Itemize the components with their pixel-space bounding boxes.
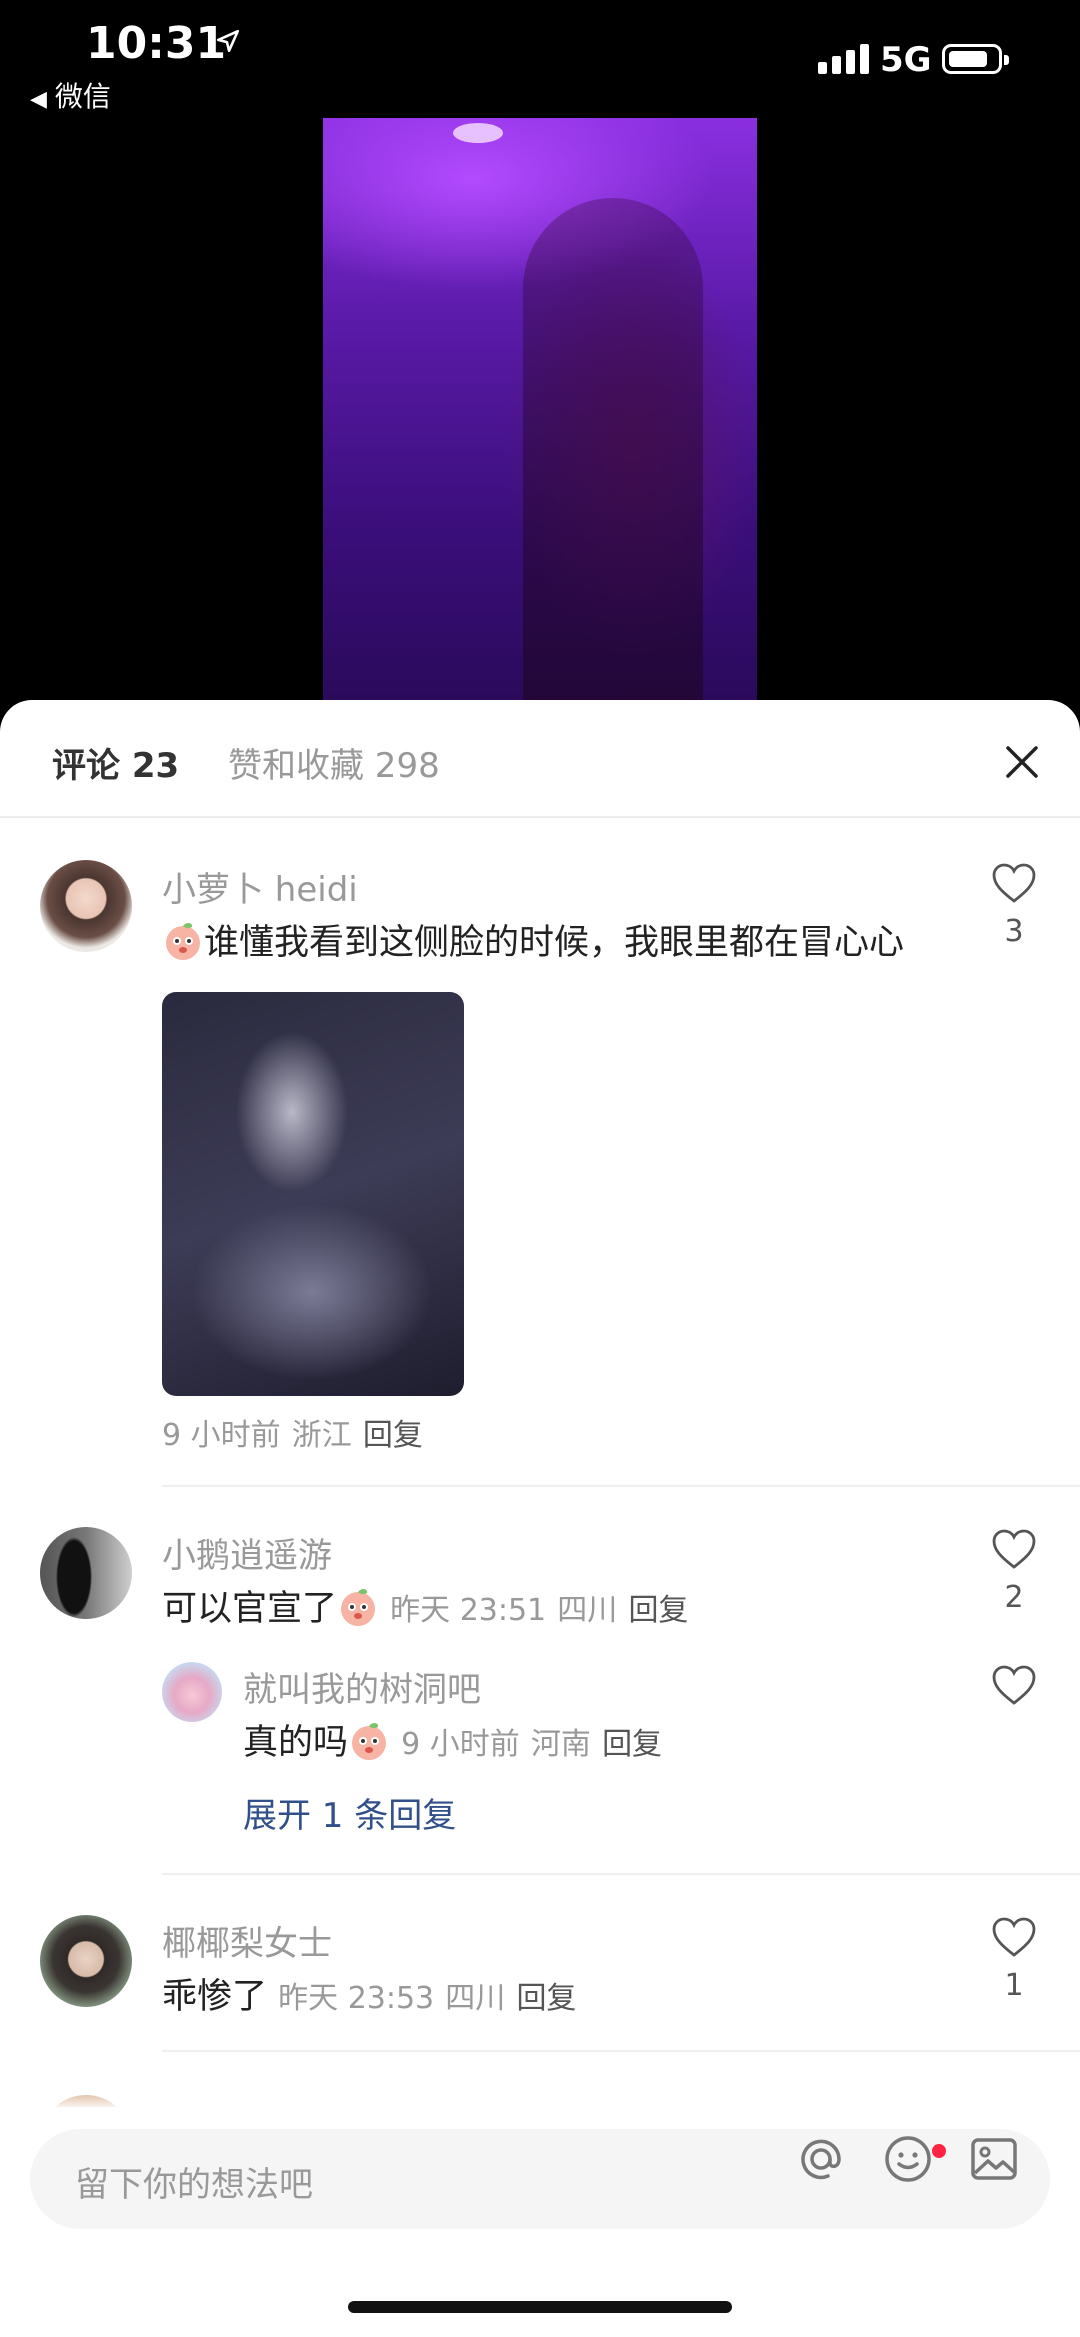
next-comment-fade bbox=[0, 2080, 1080, 2110]
peach-emoji-icon bbox=[166, 923, 200, 960]
comment-body: 可以官宣了 bbox=[162, 1589, 338, 1629]
comment-input-placeholder: 留下你的想法吧 bbox=[75, 2165, 313, 2205]
avatar[interactable] bbox=[40, 1915, 132, 2007]
heart-icon bbox=[992, 1529, 1036, 1569]
battery-icon bbox=[942, 44, 1009, 74]
reply-button[interactable]: 回复 bbox=[363, 1418, 423, 1453]
comment-body: 乖惨了 bbox=[162, 1977, 268, 2017]
tab-comments[interactable]: 评论 23 bbox=[52, 738, 179, 787]
avatar[interactable] bbox=[40, 1527, 132, 1619]
comment-text-with-meta: 乖惨了 昨天 23:53 四川 回复 bbox=[162, 1968, 576, 2019]
like-count: 1 bbox=[1004, 1968, 1024, 2003]
expand-replies-link[interactable]: 展开 1 条回复 bbox=[243, 1788, 456, 1837]
reply-button[interactable]: 回复 bbox=[516, 1981, 576, 2016]
video-subject bbox=[523, 198, 703, 708]
heart-icon bbox=[992, 863, 1036, 903]
comment-image[interactable] bbox=[162, 992, 464, 1396]
comment-username[interactable]: 小萝卜 heidi bbox=[162, 862, 358, 911]
sub-reply-avatar[interactable] bbox=[162, 1662, 222, 1722]
comment-username[interactable]: 小鹅逍遥游 bbox=[162, 1528, 332, 1577]
back-to-wechat-button[interactable]: ◀ 微信 bbox=[30, 75, 111, 115]
sub-reply-body: 真的吗 bbox=[243, 1723, 349, 1763]
comment-meta: 9 小时前 浙江 回复 bbox=[162, 1410, 423, 1454]
back-label: 微信 bbox=[54, 80, 111, 113]
comment-location: 浙江 bbox=[291, 1418, 352, 1453]
stage-light bbox=[453, 123, 503, 143]
comment-username[interactable]: 椰椰梨女士 bbox=[162, 1916, 332, 1965]
tab-likes-and-favorites[interactable]: 赞和收藏 298 bbox=[228, 738, 440, 787]
status-time: 10:31 bbox=[86, 18, 227, 69]
signal-icon bbox=[818, 44, 869, 74]
like-button[interactable]: 3 bbox=[984, 862, 1044, 949]
image-icon[interactable] bbox=[968, 2133, 1020, 2185]
network-type: 5G bbox=[880, 40, 932, 80]
notification-dot bbox=[932, 2144, 946, 2158]
mention-icon[interactable] bbox=[795, 2133, 847, 2185]
sub-reply-time: 9 小时前 bbox=[401, 1727, 520, 1762]
home-indicator bbox=[348, 2301, 732, 2313]
back-triangle-icon: ◀ bbox=[30, 87, 47, 112]
sub-reply-location: 河南 bbox=[530, 1727, 591, 1762]
comment-sheet: 评论 23 赞和收藏 298 小萝卜 heidi 谁懂我看到这侧脸的时候，我眼里… bbox=[0, 700, 1080, 2337]
comment-time: 昨天 23:53 bbox=[278, 1981, 435, 2016]
comment-text: 谁懂我看到这侧脸的时候，我眼里都在冒心心 bbox=[162, 914, 904, 965]
like-button[interactable]: 1 bbox=[984, 1916, 1044, 2003]
peach-emoji-icon bbox=[352, 1723, 387, 1760]
like-count: 2 bbox=[1004, 1580, 1024, 1615]
sub-reply-like-button[interactable] bbox=[984, 1664, 1044, 1710]
heart-icon bbox=[992, 1665, 1036, 1705]
comment-body: 谁懂我看到这侧脸的时候，我眼里都在冒心心 bbox=[204, 923, 905, 963]
reply-button[interactable]: 回复 bbox=[628, 1593, 688, 1628]
comment-time: 昨天 23:51 bbox=[390, 1593, 547, 1628]
location-arrow-icon bbox=[216, 29, 240, 53]
like-button[interactable]: 2 bbox=[984, 1528, 1044, 1615]
avatar[interactable] bbox=[40, 860, 132, 952]
sub-reply-username[interactable]: 就叫我的树洞吧 bbox=[243, 1662, 481, 1711]
divider bbox=[162, 1873, 1080, 1875]
sub-reply-text-with-meta: 真的吗 9 小时前 河南 回复 bbox=[243, 1714, 662, 1765]
divider bbox=[162, 1485, 1080, 1487]
reply-button[interactable]: 回复 bbox=[602, 1727, 662, 1762]
heart-icon bbox=[992, 1917, 1036, 1957]
like-count: 3 bbox=[1004, 914, 1024, 949]
peach-emoji-icon bbox=[341, 1589, 376, 1626]
video-player[interactable] bbox=[323, 118, 757, 708]
comment-text-with-meta: 可以官宣了 昨天 23:51 四川 回复 bbox=[162, 1580, 688, 1631]
emoji-icon[interactable] bbox=[882, 2133, 934, 2185]
close-icon[interactable] bbox=[1000, 740, 1044, 784]
comment-location: 四川 bbox=[445, 1981, 506, 2016]
status-bar: 10:31 ◀ 微信 5G bbox=[0, 0, 1080, 113]
comment-location: 四川 bbox=[557, 1593, 618, 1628]
comment-time: 9 小时前 bbox=[162, 1418, 281, 1453]
divider bbox=[162, 2050, 1080, 2052]
comment-tabs: 评论 23 赞和收藏 298 bbox=[0, 700, 1080, 818]
